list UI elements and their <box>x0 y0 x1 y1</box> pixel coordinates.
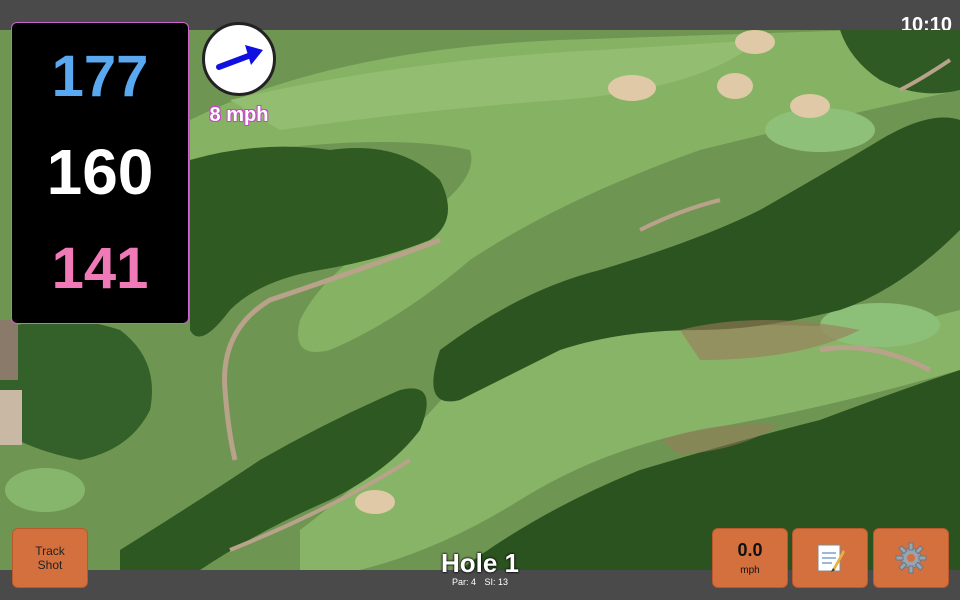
distance-panel: 177 160 141 <box>11 22 189 324</box>
notes-button[interactable] <box>792 528 868 588</box>
arrow-east-northeast-icon <box>216 45 263 70</box>
distance-middle: 160 <box>46 136 154 208</box>
speed-unit: mph <box>740 565 760 576</box>
settings-button[interactable] <box>873 528 949 588</box>
track-shot-label-line1: Track <box>35 544 65 558</box>
hole-info: Par: 4 SI: 13 <box>380 577 580 587</box>
hole-title: Hole 1 <box>440 548 520 578</box>
track-shot-label-line2: Shot <box>37 558 63 572</box>
hole-par: Par: 4 <box>451 577 476 587</box>
distance-back: 177 <box>51 44 149 109</box>
wind-direction-dial <box>202 22 276 96</box>
speed-value: 0.0 <box>737 540 763 560</box>
track-shot-button[interactable]: Track Shot <box>12 528 88 588</box>
hole-stroke-index: SI: 13 <box>484 577 509 587</box>
speed-button[interactable]: 0.0 mph <box>712 528 788 588</box>
gear-icon <box>895 542 927 574</box>
distance-front: 141 <box>51 236 149 301</box>
wind-speed-label: 8 mph <box>209 104 269 126</box>
notepad-icon <box>817 544 845 572</box>
